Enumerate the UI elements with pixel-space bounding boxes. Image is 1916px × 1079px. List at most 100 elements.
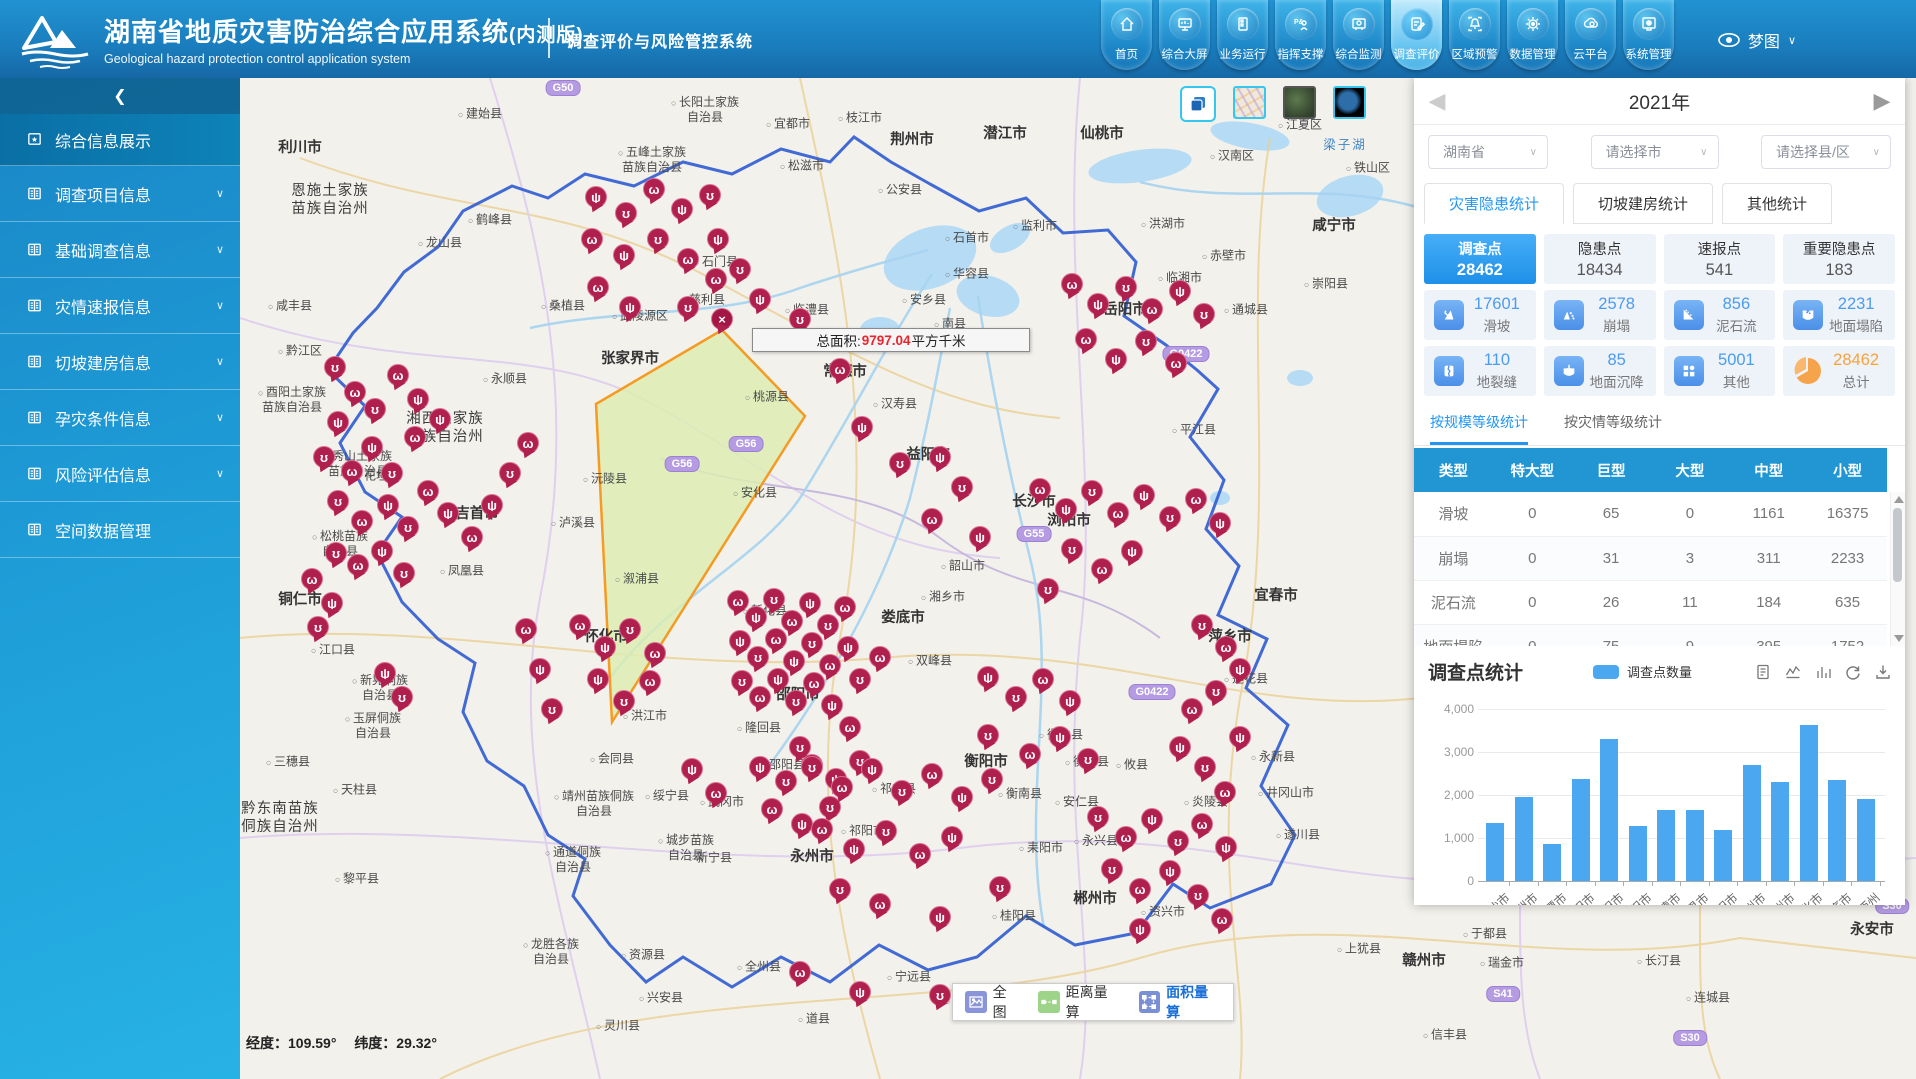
hazard-point-marker-icon[interactable]: ψ: [374, 662, 396, 684]
summary-card-速报点[interactable]: 速报点541: [1664, 234, 1776, 284]
chart-legend[interactable]: 调查点数量: [1593, 662, 1692, 681]
region-select-0[interactable]: 湖南省∨: [1428, 135, 1548, 169]
hazard-point-marker-icon[interactable]: ψ: [671, 198, 693, 220]
sidebar-item-调查项目信息[interactable]: 调查项目信息∨: [0, 166, 240, 222]
hazard-point-marker-icon[interactable]: ʊ: [747, 646, 769, 668]
hazard-point-marker-icon[interactable]: ʊ: [393, 562, 415, 584]
chart-bar-郴州市[interactable]: [1743, 765, 1761, 881]
table-row[interactable]: 地面塌陷07593951752: [1414, 624, 1887, 646]
hazard-point-marker-icon[interactable]: ʊ: [647, 228, 669, 250]
hazard-point-marker-icon[interactable]: ω: [1214, 781, 1236, 803]
hazard-point-marker-icon[interactable]: ʊ: [699, 184, 721, 206]
measure-tool-全图[interactable]: 全图: [965, 982, 1020, 1022]
hazard-point-marker-icon[interactable]: ʊ: [1037, 578, 1059, 600]
sidebar-item-综合信息展示[interactable]: 综合信息展示: [0, 114, 240, 166]
hazard-point-marker-icon[interactable]: ω: [387, 364, 409, 386]
hazard-point-marker-icon[interactable]: ψ: [821, 694, 843, 716]
hazard-point-marker-icon[interactable]: ʊ: [1194, 756, 1216, 778]
hazard-point-marker-icon[interactable]: ʊ: [1087, 806, 1109, 828]
hazard-card-滑坡[interactable]: 17601滑坡: [1424, 290, 1536, 340]
hazard-point-marker-icon[interactable]: ψ: [929, 906, 951, 928]
hazard-point-marker-icon[interactable]: ʊ: [313, 446, 335, 468]
hazard-point-marker-icon[interactable]: ʊ: [731, 670, 753, 692]
nav-item-数据管理[interactable]: 数据管理: [1507, 0, 1558, 70]
hazard-card-泥石流[interactable]: 856泥石流: [1664, 290, 1776, 340]
table-row[interactable]: 崩塌03133112233: [1414, 536, 1887, 580]
hazard-point-marker-icon[interactable]: ω: [869, 893, 891, 915]
user-menu[interactable]: 梦图 ∨: [1718, 28, 1796, 52]
hazard-point-marker-icon[interactable]: ψ: [729, 630, 751, 652]
chart-bar-娄底市[interactable]: [1828, 780, 1846, 881]
hazard-point-marker-icon[interactable]: ψ: [429, 408, 451, 430]
sidebar-item-基础调查信息[interactable]: 基础调查信息∨: [0, 222, 240, 278]
hazard-point-marker-icon[interactable]: ʊ: [729, 258, 751, 280]
summary-card-隐患点[interactable]: 隐患点18434: [1544, 234, 1656, 284]
hazard-point-marker-icon[interactable]: ω: [639, 670, 661, 692]
hazard-point-marker-icon[interactable]: ʊ: [1159, 506, 1181, 528]
hazard-point-marker-icon[interactable]: ω: [1165, 352, 1187, 374]
sidebar-item-空间数据管理[interactable]: 空间数据管理: [0, 502, 240, 558]
hazard-point-marker-icon[interactable]: ψ: [371, 540, 393, 562]
hazard-point-marker-icon[interactable]: ψ: [749, 756, 771, 778]
hazard-point-marker-icon[interactable]: ʊ: [391, 686, 413, 708]
hazard-point-marker-icon[interactable]: ʊ: [977, 724, 999, 746]
hazard-point-marker-icon[interactable]: ω: [417, 480, 439, 502]
hazard-card-地裂缝[interactable]: 110地裂缝: [1424, 346, 1536, 396]
nav-item-区域预警[interactable]: 区域预警: [1449, 0, 1500, 70]
globe-thumb[interactable]: [1333, 86, 1366, 119]
hazard-point-marker-icon[interactable]: ψ: [1087, 293, 1109, 315]
hazard-point-marker-icon[interactable]: ω: [831, 776, 853, 798]
barchart-icon[interactable]: [1815, 664, 1831, 680]
measure-tool-面积量算[interactable]: 面积量算: [1139, 982, 1222, 1022]
chart-bar-长沙市[interactable]: [1486, 823, 1504, 881]
table-row[interactable]: 滑坡0650116116375: [1414, 492, 1887, 536]
hazard-point-marker-icon[interactable]: ψ: [529, 658, 551, 680]
hazard-point-marker-icon[interactable]: ψ: [1059, 690, 1081, 712]
nav-item-首页[interactable]: 首页: [1101, 0, 1152, 70]
hazard-point-marker-icon[interactable]: ʊ: [785, 690, 807, 712]
hazard-point-marker-icon[interactable]: ʊ: [875, 820, 897, 842]
hazard-point-marker-icon[interactable]: ψ: [585, 186, 607, 208]
hazard-point-marker-icon[interactable]: ψ: [861, 758, 883, 780]
hazard-point-marker-icon[interactable]: ω: [587, 276, 609, 298]
hazard-point-marker-icon[interactable]: ω: [517, 432, 539, 454]
hazard-point-marker-icon[interactable]: ʊ: [1205, 680, 1227, 702]
hazard-point-marker-icon[interactable]: ω: [789, 961, 811, 983]
hazard-point-marker-icon[interactable]: ʊ: [324, 356, 346, 378]
hazard-point-marker-icon[interactable]: ω: [1061, 273, 1083, 295]
chart-bar-张家界市[interactable]: [1686, 810, 1704, 881]
hazard-point-marker-icon[interactable]: ψ: [681, 758, 703, 780]
hazard-point-marker-icon[interactable]: ψ: [1229, 658, 1251, 680]
hazard-point-marker-icon[interactable]: ψ: [1049, 726, 1071, 748]
hazard-point-marker-icon[interactable]: ω: [1032, 668, 1054, 690]
sidebar-item-孕灾条件信息[interactable]: 孕灾条件信息∨: [0, 390, 240, 446]
hazard-point-marker-icon[interactable]: ω: [819, 654, 841, 676]
hazard-point-marker-icon[interactable]: ʊ: [1061, 538, 1083, 560]
tab-切坡建房统计[interactable]: 切坡建房统计: [1573, 183, 1713, 224]
hazard-point-marker-icon[interactable]: ʊ: [891, 780, 913, 802]
hazard-point-marker-icon[interactable]: ω: [643, 178, 665, 200]
hazard-point-marker-icon[interactable]: ω: [1215, 636, 1237, 658]
hazard-point-marker-icon[interactable]: ω: [569, 614, 591, 636]
hazard-point-marker-icon[interactable]: ʊ: [1115, 276, 1137, 298]
hazard-point-marker-icon[interactable]: ʊ: [619, 618, 641, 640]
chart-bar-邵阳市[interactable]: [1600, 739, 1618, 881]
hazard-point-marker-icon[interactable]: ψ: [799, 592, 821, 614]
hazard-point-marker-icon[interactable]: ʊ: [849, 668, 871, 690]
hazard-point-marker-icon[interactable]: ω: [803, 672, 825, 694]
year-prev-button[interactable]: ◀: [1424, 88, 1450, 114]
hazard-point-marker-icon[interactable]: ψ: [1209, 512, 1231, 534]
hazard-point-marker-icon[interactable]: ω: [1185, 488, 1207, 510]
nav-item-系统管理[interactable]: 系统管理: [1623, 0, 1674, 70]
hazard-point-marker-icon[interactable]: ψ: [1105, 348, 1127, 370]
hazard-point-marker-icon[interactable]: ʊ: [829, 878, 851, 900]
hazard-point-marker-icon[interactable]: ʊ: [541, 698, 563, 720]
chart-bar-常德市[interactable]: [1657, 810, 1675, 881]
hazard-point-marker-icon[interactable]: ψ: [929, 446, 951, 468]
scroll-up-icon[interactable]: [1894, 496, 1904, 503]
satellite-thumb[interactable]: [1283, 86, 1316, 119]
hazard-point-marker-icon[interactable]: ʊ: [1167, 830, 1189, 852]
summary-card-调查点[interactable]: 调查点28462: [1424, 234, 1536, 284]
hazard-point-marker-icon[interactable]: ψ: [1169, 280, 1191, 302]
hazard-point-marker-icon[interactable]: ψ: [481, 494, 503, 516]
